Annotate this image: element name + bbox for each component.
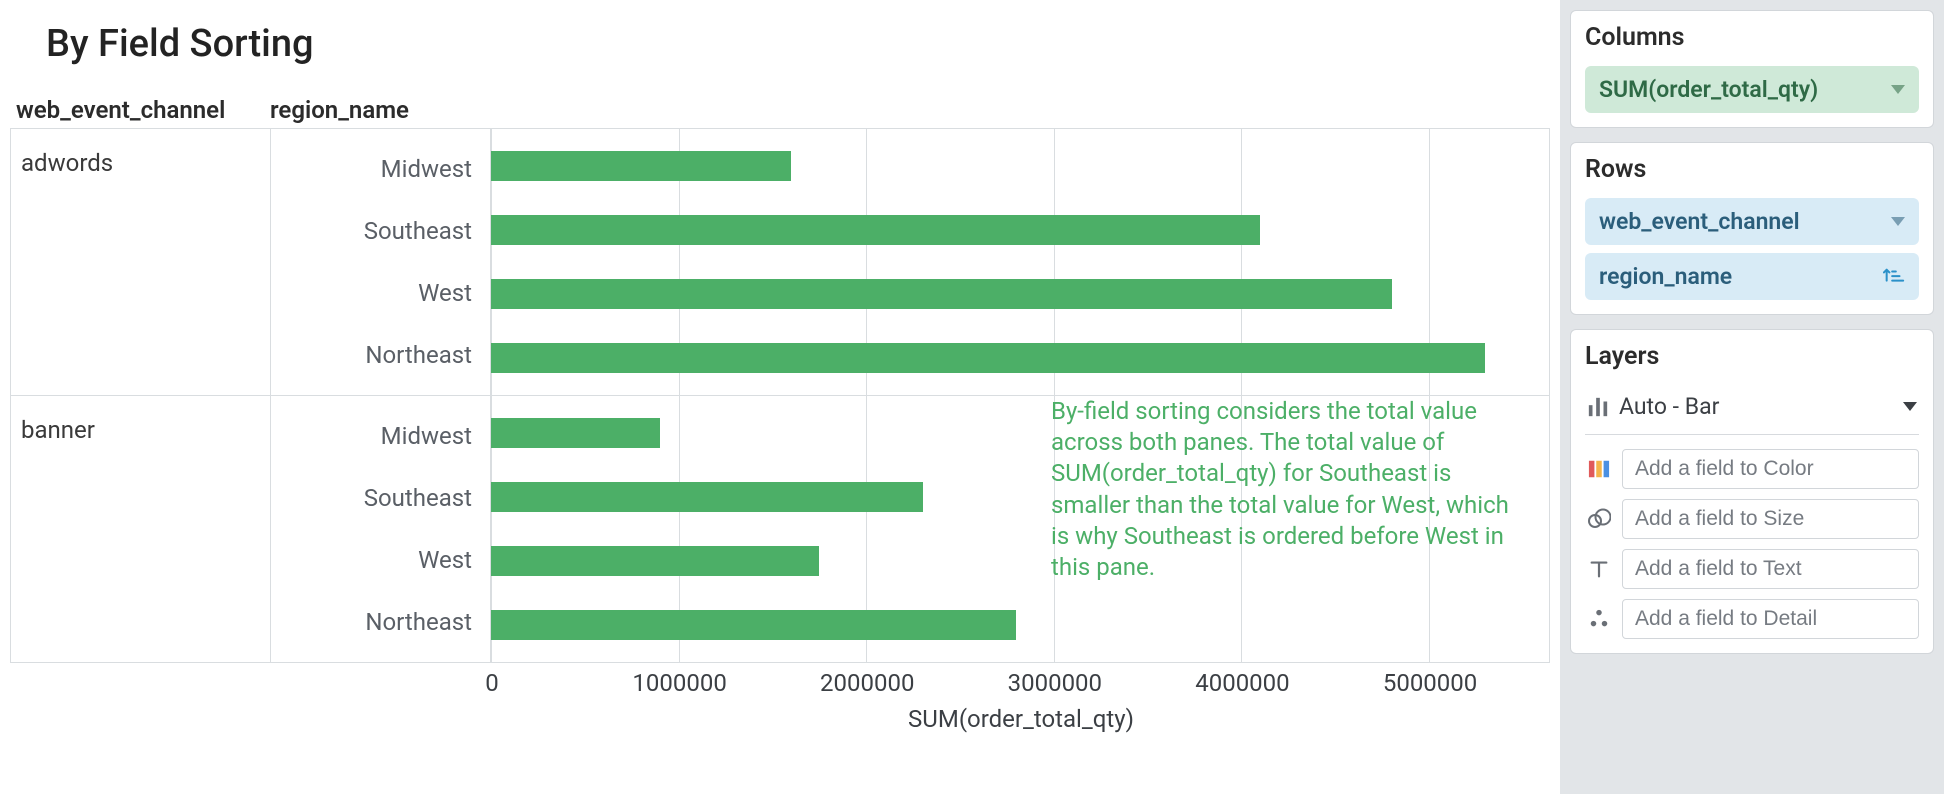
region-label: Southeast <box>271 484 490 512</box>
detail-field-input[interactable] <box>1622 599 1919 639</box>
color-icon <box>1585 453 1612 485</box>
bar[interactable] <box>491 151 791 181</box>
region-cell: Midwest Southeast West Northeast <box>271 396 491 662</box>
text-icon <box>1585 553 1612 585</box>
region-label: Southeast <box>271 217 490 245</box>
config-sidebar: Columns SUM(order_total_qty) Rows web_ev… <box>1560 0 1944 794</box>
bar[interactable] <box>491 610 1016 640</box>
color-field-row <box>1585 449 1919 489</box>
bar[interactable] <box>491 343 1485 373</box>
rows-panel: Rows web_event_channel region_name <box>1570 142 1934 315</box>
x-tick: 5000000 <box>1383 669 1477 697</box>
layers-panel-title: Layers <box>1585 342 1919 371</box>
x-tick: 1000000 <box>632 669 726 697</box>
bar[interactable] <box>491 279 1392 309</box>
sort-ascending-icon <box>1883 266 1905 288</box>
text-field-input[interactable] <box>1622 549 1919 589</box>
region-label: Midwest <box>271 155 490 183</box>
layers-panel: Layers Auto - Bar <box>1570 329 1934 654</box>
region-label: Midwest <box>271 422 490 450</box>
x-tick: 2000000 <box>820 669 914 697</box>
x-axis-ticks: 010000002000000300000040000005000000 <box>492 669 1550 699</box>
columns-panel: Columns SUM(order_total_qty) <box>1570 10 1934 128</box>
bar-cell <box>491 129 1549 395</box>
x-tick: 3000000 <box>1008 669 1102 697</box>
size-icon <box>1585 503 1612 535</box>
chevron-down-icon <box>1891 85 1905 94</box>
chevron-down-icon <box>1903 402 1917 411</box>
region-label: Northeast <box>271 608 490 636</box>
detail-icon <box>1585 603 1612 635</box>
pill-sum-order-total-qty[interactable]: SUM(order_total_qty) <box>1585 66 1919 113</box>
chart-grid: adwordsMidwestSoutheastWestNortheastbann… <box>10 128 1550 663</box>
chart-annotation: By-field sorting considers the total val… <box>1051 396 1529 583</box>
region-label: West <box>271 279 490 307</box>
page-title: By Field Sorting <box>46 22 1550 66</box>
pill-web-event-channel[interactable]: web_event_channel <box>1585 198 1919 245</box>
pill-label: SUM(order_total_qty) <box>1599 76 1818 103</box>
text-field-row <box>1585 549 1919 589</box>
layer-mode-label: Auto - Bar <box>1619 393 1719 420</box>
x-axis-label: SUM(order_total_qty) <box>10 705 1550 733</box>
x-tick: 4000000 <box>1195 669 1289 697</box>
size-field-row <box>1585 499 1919 539</box>
column-headers: web_event_channel region_name <box>10 96 1550 124</box>
layer-mode-select[interactable]: Auto - Bar <box>1585 385 1919 435</box>
color-field-input[interactable] <box>1622 449 1919 489</box>
size-field-input[interactable] <box>1622 499 1919 539</box>
pane-row: adwordsMidwest Southeast West Northeast <box>11 129 1549 396</box>
rows-panel-title: Rows <box>1585 155 1919 184</box>
columns-panel-title: Columns <box>1585 23 1919 52</box>
pane-row: bannerMidwest Southeast West Northeast By-fi… <box>11 396 1549 662</box>
chart-area: By Field Sorting web_event_channel regio… <box>0 0 1560 794</box>
bar[interactable] <box>491 418 660 448</box>
channel-cell: banner <box>11 396 271 662</box>
header-channel: web_event_channel <box>10 96 270 124</box>
pill-label: region_name <box>1599 263 1732 290</box>
pill-region-name[interactable]: region_name <box>1585 253 1919 300</box>
region-label: West <box>271 546 490 574</box>
header-region: region_name <box>270 96 490 124</box>
detail-field-row <box>1585 599 1919 639</box>
bar[interactable] <box>491 215 1260 245</box>
region-cell: Midwest Southeast West Northeast <box>271 129 491 395</box>
pill-label: web_event_channel <box>1599 208 1800 235</box>
bar-cell: By-field sorting considers the total val… <box>491 396 1549 662</box>
region-label: Northeast <box>271 341 490 369</box>
bar[interactable] <box>491 546 819 576</box>
bar[interactable] <box>491 482 923 512</box>
chevron-down-icon <box>1891 217 1905 226</box>
channel-cell: adwords <box>11 129 271 395</box>
bar-chart-icon <box>1587 396 1609 418</box>
x-tick: 0 <box>485 669 499 697</box>
